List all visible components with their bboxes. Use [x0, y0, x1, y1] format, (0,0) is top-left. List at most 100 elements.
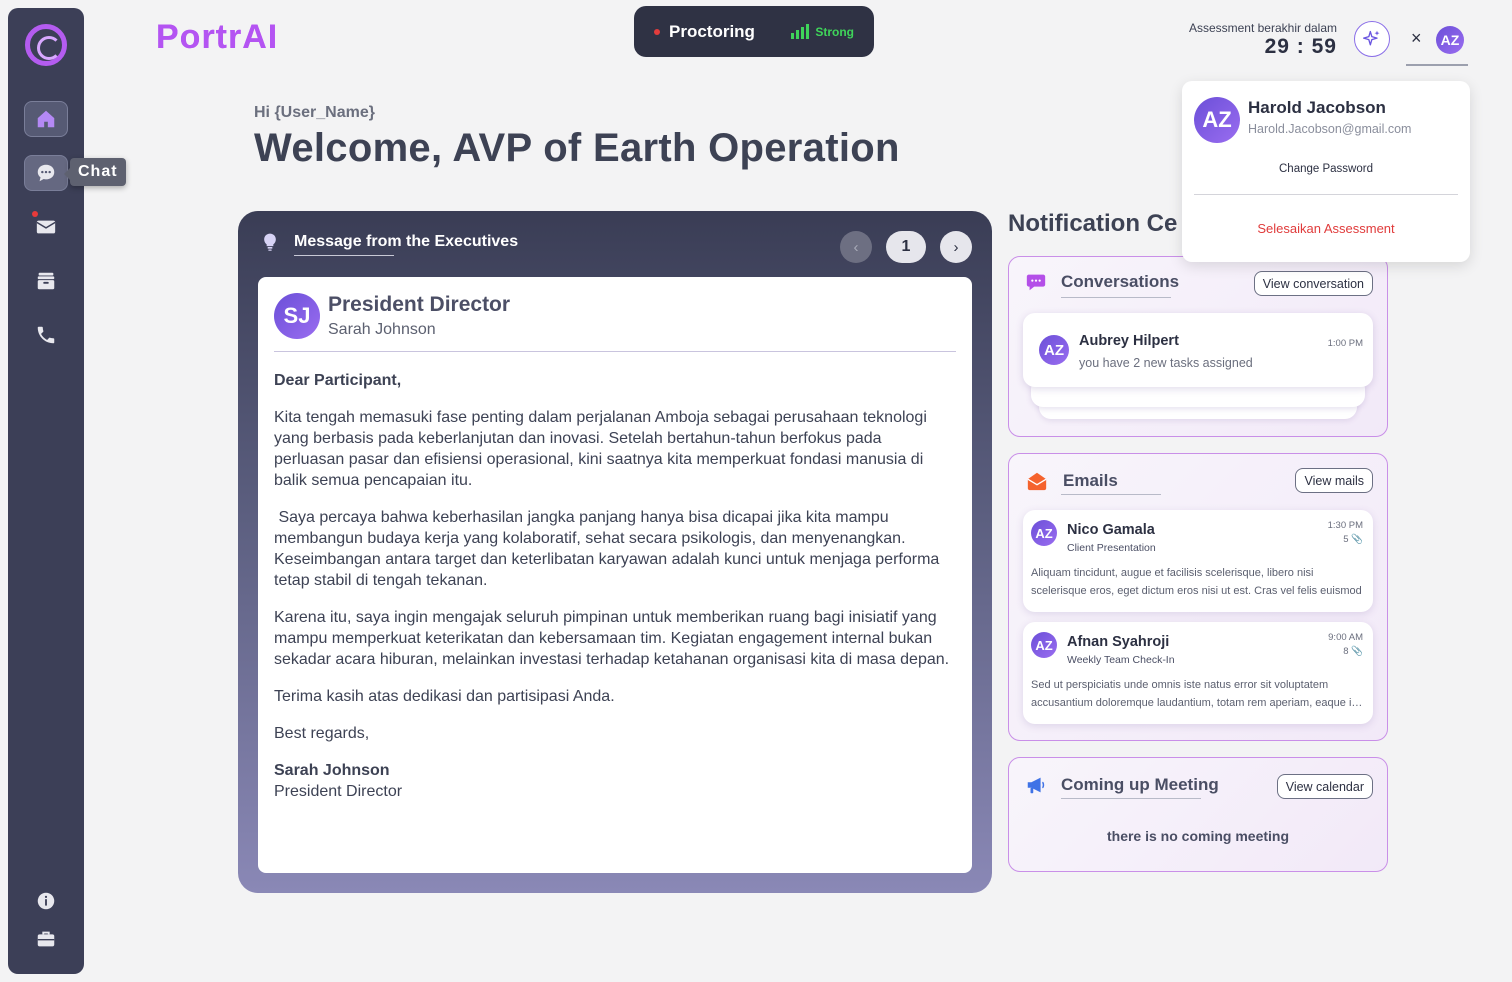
app-logo[interactable] [25, 24, 67, 66]
message-header: Message from the Executives [260, 231, 518, 253]
letter-closing: Best regards, [274, 725, 370, 742]
sparkle-icon [1363, 30, 1380, 46]
page-title: Welcome, AVP of Earth Operation [254, 126, 900, 170]
conversations-header: Conversations [1025, 271, 1179, 293]
view-mails-button[interactable]: View mails [1295, 468, 1373, 493]
sidebar-item-home[interactable] [24, 101, 68, 137]
email-subject: Weekly Team Check-In [1067, 654, 1175, 666]
signature-name: Sarah Johnson [274, 762, 390, 779]
conversation-preview: you have 2 new tasks assigned [1079, 356, 1253, 370]
view-conversation-button[interactable]: View conversation [1253, 271, 1373, 296]
message-body: SJ President Director Sarah Johnson Dear… [258, 277, 972, 873]
attachment-number: 5 [1343, 534, 1349, 545]
brand-logo: PortrAI [156, 18, 279, 56]
attachment-count: 8 📎 [1343, 646, 1363, 657]
sidebar-item-phone[interactable] [24, 317, 68, 353]
unread-badge [32, 211, 38, 217]
message-pager: ‹ 1 › [840, 231, 972, 263]
notification-center-title: Notification Ce [1008, 210, 1178, 237]
signal-icon [791, 24, 810, 39]
attachment-count: 5 📎 [1343, 534, 1363, 545]
greeting-hi: Hi {User_Name} [254, 104, 375, 121]
signal-label: Strong [815, 24, 854, 39]
email-time: 9:00 AM [1328, 632, 1363, 643]
conversations-title: Conversations [1061, 272, 1180, 291]
lightbulb-icon [264, 233, 276, 251]
emails-panel: Emails View mails AZ Nico Gamala Client … [1008, 453, 1388, 741]
letter-paragraph: Terima kasih atas dedikasi dan partisipa… [274, 688, 615, 705]
emails-header: Emails [1025, 470, 1118, 492]
next-page-button[interactable]: › [940, 231, 972, 263]
proctoring-status: Proctoring Strong [634, 6, 874, 57]
paperclip-icon: 📎 [1351, 534, 1363, 545]
page-number: 1 [886, 231, 926, 263]
signal-status: Strong [791, 24, 854, 39]
conversations-panel: Conversations View conversation AZ Aubre… [1008, 256, 1388, 437]
message-sender: SJ President Director Sarah Johnson [274, 293, 956, 339]
profile-avatar: AZ [1194, 97, 1240, 143]
assessment-label: Assessment berakhir dalam [1188, 21, 1337, 35]
paperclip-icon: 📎 [1351, 646, 1363, 657]
title-underline [1061, 297, 1171, 298]
sidebar-item-mail[interactable] [24, 209, 68, 245]
email-item[interactable]: AZ Nico Gamala Client Presentation 1:30 … [1023, 510, 1373, 612]
email-preview-line: scelerisque eros, eget dictum eros nisi … [1031, 585, 1362, 597]
ai-assistant-button[interactable] [1354, 21, 1390, 57]
close-menu-button[interactable]: × [1411, 28, 1422, 49]
email-item[interactable]: AZ Afnan Syahroji Weekly Team Check-In 9… [1023, 622, 1373, 724]
mail-icon [36, 220, 56, 234]
emails-title: Emails [1063, 471, 1118, 490]
open-envelope-icon [1027, 472, 1047, 491]
letter-content: Dear Participant, Kita tengah memasuki f… [274, 370, 956, 802]
meetings-panel: Coming up Meeting View calendar there is… [1008, 757, 1388, 872]
email-preview: Aliquam tincidunt, augue et facilisis sc… [1031, 564, 1363, 600]
letter-salutation: Dear Participant, [274, 372, 402, 389]
meetings-title: Coming up Meeting [1061, 775, 1219, 794]
user-avatar[interactable]: AZ [1436, 26, 1464, 54]
letter-paragraph: Karena itu, saya ingin mengajak seluruh … [274, 609, 950, 668]
profile-email: Harold.Jacobson@gmail.com [1248, 122, 1412, 136]
title-underline [1061, 494, 1161, 495]
sender-avatar: AZ [1031, 520, 1057, 546]
chat-tooltip: Chat [64, 158, 126, 186]
archive-icon [37, 272, 55, 290]
meetings-header: Coming up Meeting [1025, 774, 1219, 796]
megaphone-icon [1027, 777, 1045, 794]
sidebar-item-archive[interactable] [24, 263, 68, 299]
profile-name: Harold Jacobson [1248, 98, 1386, 117]
finish-assessment-link[interactable]: Selesaikan Assessment [1182, 221, 1470, 236]
home-icon [37, 110, 55, 128]
prev-page-button[interactable]: ‹ [840, 231, 872, 263]
email-preview-line: Aliquam tincidunt, augue et facilisis sc… [1031, 567, 1314, 579]
proctoring-label: Proctoring [669, 21, 755, 41]
letter-paragraph: Kita tengah memasuki fase penting dalam … [274, 409, 927, 489]
contact-avatar: AZ [1039, 335, 1069, 365]
title-underline [294, 255, 394, 256]
email-time: 1:30 PM [1327, 520, 1363, 531]
chat-icon [37, 164, 55, 182]
divider [1194, 194, 1458, 195]
attachment-number: 8 [1343, 646, 1349, 657]
executive-message-card: Message from the Executives ‹ 1 › SJ Pre… [238, 211, 992, 893]
assessment-timer: 29 : 59 [1264, 35, 1337, 58]
message-card-title: Message from the Executives [294, 233, 519, 250]
email-sender: Afnan Syahroji [1067, 634, 1170, 650]
avatar-underline [1406, 64, 1468, 66]
contact-name: Aubrey Hilpert [1079, 333, 1179, 349]
email-preview-line: accusantium doloremque laudantium, totam… [1031, 697, 1363, 709]
sender-role: President Director [328, 293, 511, 316]
divider [274, 351, 956, 352]
conversation-item[interactable]: AZ Aubrey Hilpert you have 2 new tasks a… [1023, 313, 1373, 387]
view-calendar-button[interactable]: View calendar [1276, 774, 1373, 799]
email-preview: Sed ut perspiciatis unde omnis iste natu… [1031, 676, 1363, 712]
sidebar-item-info[interactable] [24, 883, 68, 919]
empty-meetings-message: there is no coming meeting [1106, 828, 1290, 844]
sender-avatar: SJ [274, 293, 320, 339]
sidebar-item-briefcase[interactable] [24, 921, 68, 957]
profile-dropdown: AZ Harold Jacobson Harold.Jacobson@gmail… [1182, 81, 1470, 262]
letter-paragraph: Saya percaya bahwa keberhasilan jangka p… [274, 509, 944, 589]
email-sender: Nico Gamala [1067, 522, 1155, 538]
sidebar-item-chat[interactable] [24, 155, 68, 191]
sender-name: Sarah Johnson [328, 321, 436, 338]
change-password-link[interactable]: Change Password [1182, 163, 1470, 175]
